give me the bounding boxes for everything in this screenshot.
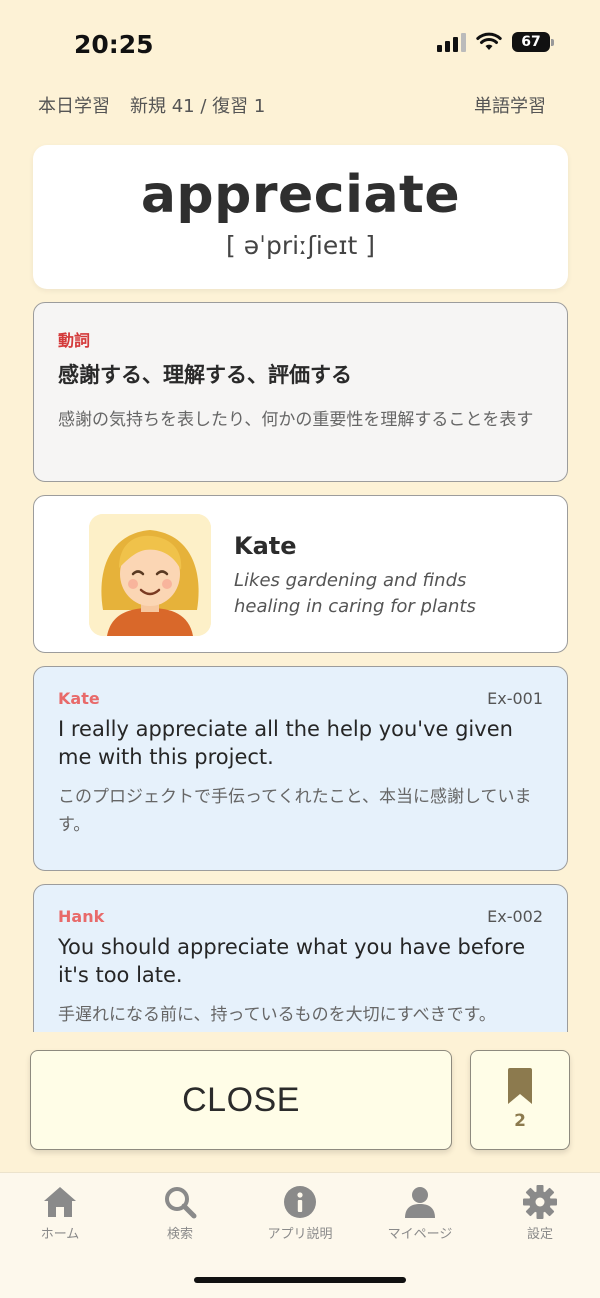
word-text: appreciate	[140, 165, 461, 225]
part-of-speech: 動詞	[58, 331, 91, 350]
tab-home[interactable]: ホーム	[0, 1173, 120, 1298]
battery-level: 67	[521, 34, 541, 50]
example-english: I really appreciate all the help you've …	[58, 717, 513, 769]
study-mode-label: 単語学習	[474, 96, 546, 117]
wifi-icon	[476, 32, 502, 50]
example-id: Ex-001	[487, 689, 543, 708]
tab-label: アプリ説明	[267, 1227, 333, 1242]
pronunciation: [ əˈpriːʃieɪt ]	[226, 231, 375, 260]
home-icon	[44, 1187, 76, 1217]
character-card: Kate Likes gardening and finds healing i…	[33, 495, 568, 653]
character-description: Likes gardening and finds healing in car…	[234, 570, 476, 618]
meaning-card: 動詞 感謝する、理解する、評価する 感謝の気持ちを表したり、何かの重要性を理解す…	[33, 302, 568, 482]
example-japanese: 手遅れになる前に、持っているものを大切にすべきです。	[58, 1005, 496, 1026]
info-icon	[284, 1186, 316, 1218]
example-speaker: Hank	[58, 907, 105, 926]
cellular-signal-icon	[437, 32, 466, 52]
example-card[interactable]: Kate Ex-001 I really appreciate all the …	[33, 666, 568, 871]
close-button[interactable]: CLOSE	[30, 1050, 452, 1150]
translation: 感謝する、理解する、評価する	[58, 363, 352, 387]
meaning-description: 感謝の気持ちを表したり、何かの重要性を理解することを表す	[58, 410, 534, 430]
word-card[interactable]: appreciate [ əˈpriːʃieɪt ]	[33, 145, 568, 289]
search-icon	[165, 1187, 197, 1219]
home-indicator[interactable]	[194, 1277, 406, 1283]
example-id: Ex-002	[487, 907, 543, 926]
status-time: 20:25	[74, 30, 154, 59]
today-study-label: 本日学習	[38, 96, 110, 117]
study-counts: 新規 41 / 復習 1	[130, 96, 266, 117]
bookmark-button[interactable]: 2	[470, 1050, 570, 1150]
example-japanese: このプロジェクトで手伝ってくれたこと、本当に感謝しています。	[58, 787, 532, 836]
bookmark-icon	[508, 1068, 532, 1104]
tab-label: 設定	[526, 1227, 553, 1242]
example-english: You should appreciate what you have befo…	[58, 935, 526, 987]
study-header: 本日学習 新規 41 / 復習 1 単語学習	[38, 92, 546, 118]
character-name: Kate	[234, 532, 297, 560]
person-icon	[405, 1187, 435, 1218]
tab-label: マイページ	[387, 1227, 453, 1242]
gear-icon	[523, 1185, 557, 1219]
status-bar: 20:25 67	[0, 0, 600, 90]
battery-icon: 67	[512, 32, 554, 52]
tab-label: 検索	[166, 1227, 193, 1242]
example-speaker: Kate	[58, 689, 100, 708]
avatar	[89, 514, 211, 636]
status-icons: 67	[437, 32, 554, 52]
tab-label: ホーム	[40, 1227, 80, 1242]
bookmark-count: 2	[514, 1111, 526, 1131]
tab-settings[interactable]: 設定	[480, 1173, 600, 1298]
